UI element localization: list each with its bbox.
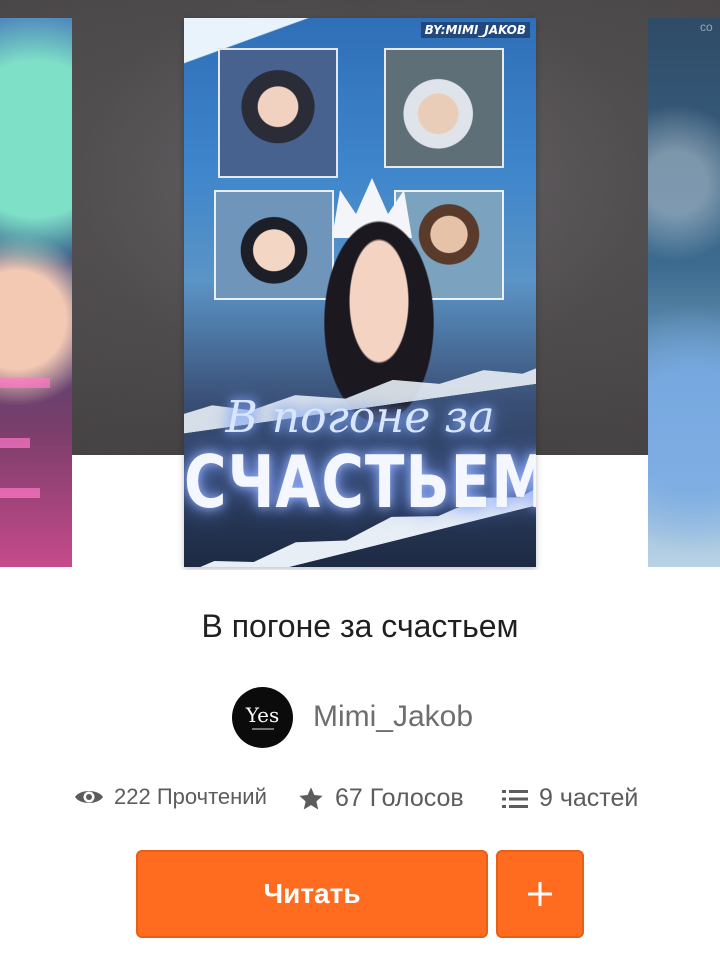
parts-stat: 9 частей xyxy=(501,784,638,813)
reads-count: 222 Прочтений xyxy=(114,784,267,809)
cover-art-detail xyxy=(0,378,50,388)
cover-title-line1: В погоне за xyxy=(225,392,495,443)
add-to-library-button[interactable] xyxy=(496,850,584,938)
story-stats: 222 Прочтений 67 Голосов 9 частей xyxy=(0,784,720,820)
author-name[interactable]: Mimi_Jakob xyxy=(313,700,473,734)
votes-stat: 67 Голосов xyxy=(297,784,464,813)
story-title: В погоне за счастьем xyxy=(201,608,519,644)
author-row[interactable]: Yes Mimi_Jakob xyxy=(232,686,473,748)
read-button[interactable]: Читать xyxy=(136,850,488,938)
cover-corner-text: co xyxy=(700,20,713,34)
eye-icon xyxy=(75,791,103,803)
previous-story-cover[interactable] xyxy=(0,18,72,567)
author-avatar[interactable]: Yes xyxy=(232,686,293,748)
story-cover-image[interactable]: BY:MIMI_JAKOB В погоне за СЧАСТЬЕМ xyxy=(184,18,536,567)
cover-photo xyxy=(384,48,504,168)
avatar-underline xyxy=(251,727,274,730)
cover-byline: BY:MIMI_JAKOB xyxy=(420,22,530,38)
cover-art-detail xyxy=(0,438,30,448)
votes-count: 67 Голосов xyxy=(335,784,464,812)
cover-photo xyxy=(218,48,338,178)
next-story-cover[interactable]: co xyxy=(648,18,720,567)
list-icon xyxy=(502,789,528,808)
reads-stat: 222 Прочтений xyxy=(74,784,267,810)
avatar-text: Yes xyxy=(245,702,280,727)
star-icon xyxy=(299,786,323,809)
parts-count: 9 частей xyxy=(539,784,639,812)
plus-icon xyxy=(528,882,552,906)
cover-carousel[interactable]: BY:MIMI_JAKOB В погоне за СЧАСТЬЕМ co xyxy=(0,0,720,570)
cover-art-detail xyxy=(0,488,40,498)
cover-title-line2: СЧАСТЬЕМ xyxy=(184,439,536,525)
